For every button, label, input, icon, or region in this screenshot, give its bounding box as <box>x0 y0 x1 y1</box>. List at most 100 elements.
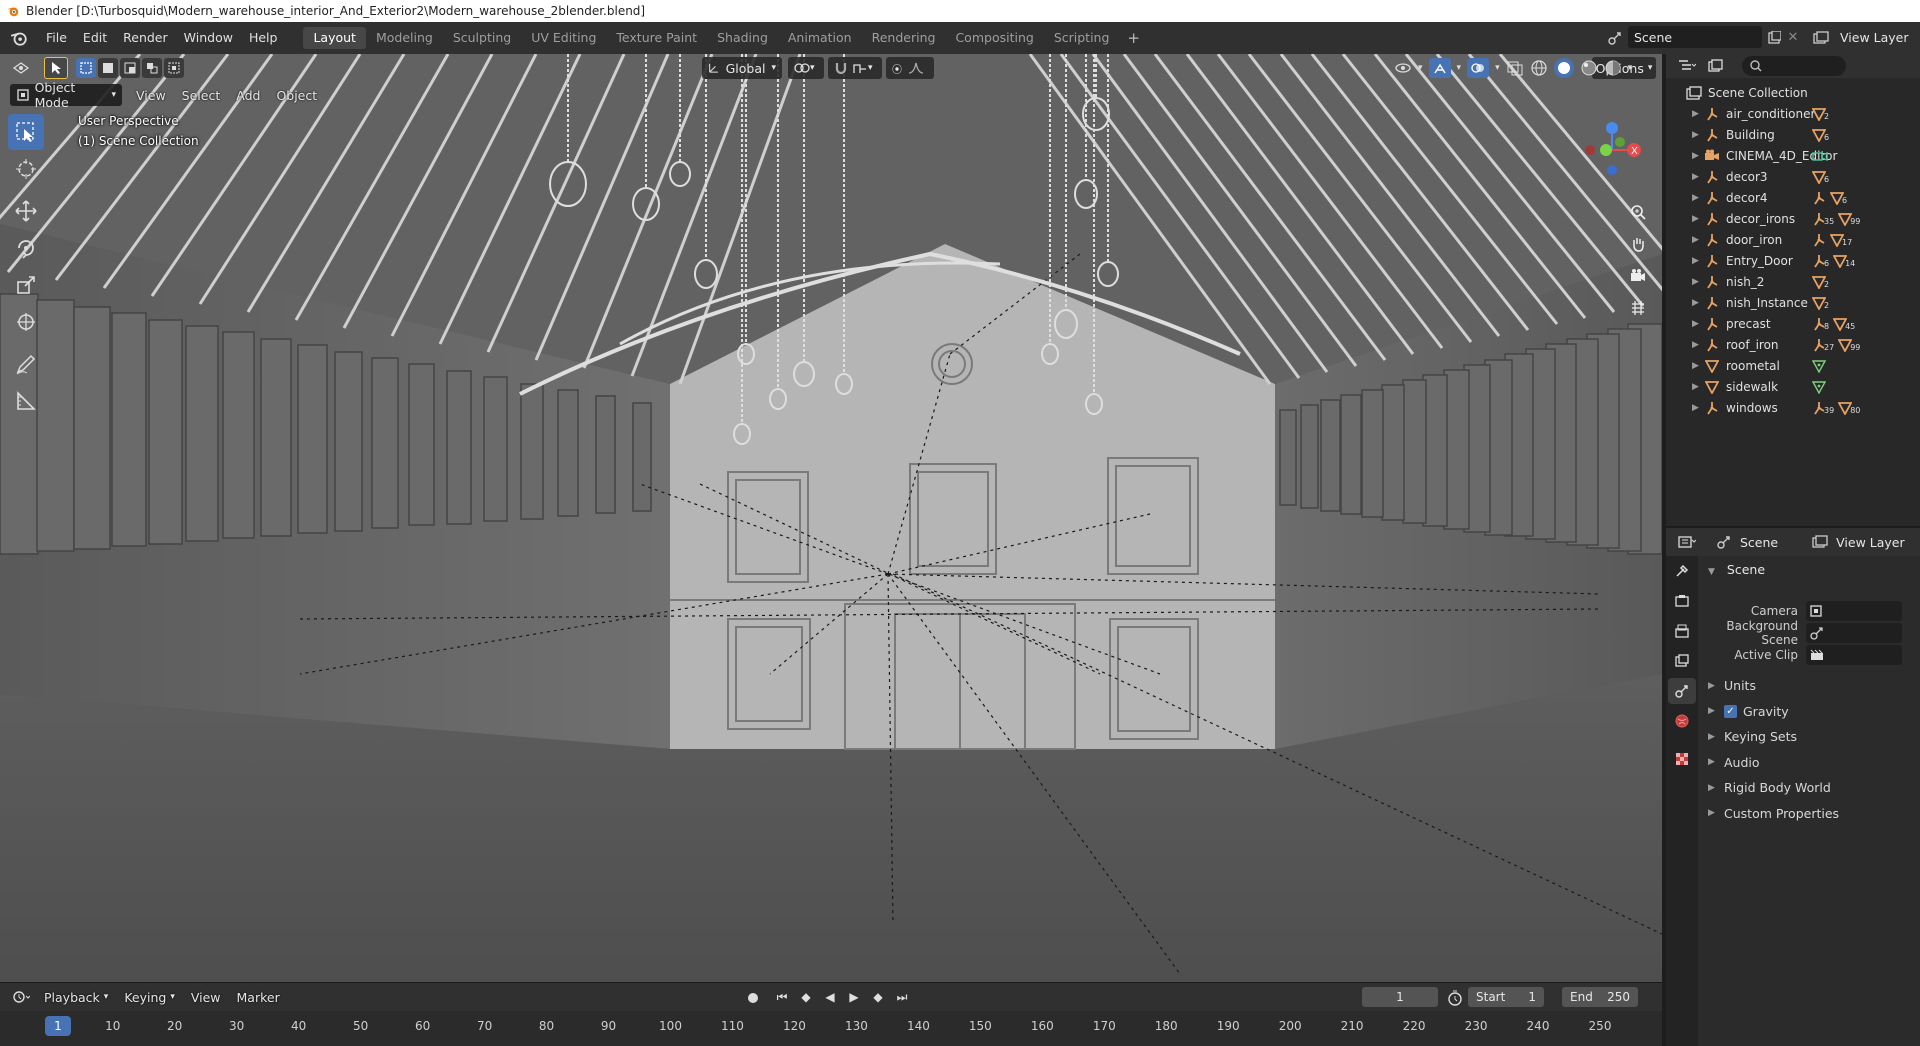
gizmo-neg-z-axis[interactable] <box>1607 165 1617 175</box>
camera-field[interactable] <box>1806 601 1902 621</box>
tab-modeling[interactable]: Modeling <box>366 27 443 49</box>
zoom-icon[interactable] <box>1624 198 1652 226</box>
current-frame-field[interactable]: 1 <box>1362 987 1438 1007</box>
mesh-children-icon[interactable]: 6 <box>1812 128 1829 142</box>
units-panel-header[interactable]: ▶ Units <box>1708 678 1756 693</box>
chevron-down-icon[interactable]: ▾ <box>1628 63 1633 73</box>
pivot-point-dropdown[interactable]: ▾ <box>788 57 824 79</box>
empty-children-icon[interactable] <box>1812 191 1826 205</box>
prev-keyframe-icon[interactable]: ◆ <box>796 987 816 1007</box>
outliner-item-roof-iron[interactable]: ▶ roof_iron 27 99 <box>1666 334 1920 355</box>
scene-panel-header[interactable]: ▼ Scene <box>1708 562 1765 577</box>
tab-texture-paint[interactable]: Texture Paint <box>606 27 707 49</box>
empty-children-icon[interactable] <box>1812 233 1826 247</box>
display-mode-icon[interactable] <box>1702 56 1732 76</box>
scene-name-field[interactable]: Scene <box>1628 26 1762 48</box>
world-tab-icon[interactable] <box>1668 708 1696 734</box>
scene-collection-row[interactable]: Scene Collection <box>1666 82 1920 103</box>
rotate-tool-icon[interactable] <box>8 230 44 266</box>
menu-file[interactable]: File <box>38 27 75 49</box>
jump-start-icon[interactable]: ⏮ <box>772 987 792 1007</box>
background-scene-field[interactable] <box>1806 623 1902 643</box>
tab-uv-editing[interactable]: UV Editing <box>521 27 606 49</box>
wireframe-shading-icon[interactable] <box>1530 59 1548 77</box>
expand-arrow-icon[interactable]: ▶ <box>1692 214 1704 224</box>
timeline-menu-view[interactable]: View <box>183 990 229 1005</box>
mesh-children-icon[interactable]: 17 <box>1830 233 1852 247</box>
play-icon[interactable]: ▶ <box>844 987 864 1007</box>
jump-end-icon[interactable]: ⏭ <box>892 987 912 1007</box>
view-layer-icon[interactable] <box>1810 28 1832 48</box>
chevron-down-icon[interactable]: ▾ <box>1418 63 1423 73</box>
viewport-menu-object[interactable]: Object <box>268 88 325 103</box>
mesh-children-icon[interactable]: 2 <box>1812 275 1829 289</box>
empty-children-icon[interactable]: 35 <box>1812 212 1834 226</box>
menu-edit[interactable]: Edit <box>75 27 115 49</box>
tab-rendering[interactable]: Rendering <box>862 27 946 49</box>
select-box-extend-icon[interactable] <box>98 58 118 78</box>
add-workspace-button[interactable]: + <box>1119 27 1148 49</box>
object-mode-dropdown[interactable]: Object Mode ▾ <box>10 80 122 110</box>
expand-arrow-icon[interactable]: ▶ <box>1692 193 1704 203</box>
timeline-menu-marker[interactable]: Marker <box>229 990 288 1005</box>
expand-arrow-icon[interactable]: ▶ <box>1692 109 1704 119</box>
active-clip-field[interactable] <box>1806 645 1902 665</box>
outliner-item-sidewalk[interactable]: ▶ sidewalk <box>1666 376 1920 397</box>
expand-arrow-icon[interactable]: ▶ <box>1692 172 1704 182</box>
view-layer-tab-icon[interactable] <box>1668 648 1696 674</box>
next-keyframe-icon[interactable]: ◆ <box>868 987 888 1007</box>
rendered-shading-icon[interactable] <box>1604 59 1622 77</box>
scene-tab-icon[interactable] <box>1668 678 1696 704</box>
gizmo-neg-x-axis[interactable] <box>1585 145 1595 155</box>
expand-arrow-icon[interactable]: ▶ <box>1692 277 1704 287</box>
navigation-gizmo[interactable]: X <box>1576 110 1648 182</box>
tab-scripting[interactable]: Scripting <box>1044 27 1120 49</box>
viewport-menu-view[interactable]: View <box>128 88 174 103</box>
annotate-tool-icon[interactable] <box>8 346 44 382</box>
outliner-item-decor-irons[interactable]: ▶ decor_irons 35 99 <box>1666 208 1920 229</box>
solid-shading-icon[interactable] <box>1553 58 1574 78</box>
outliner-item-windows[interactable]: ▶ windows 39 80 <box>1666 397 1920 418</box>
outliner-item-decor3[interactable]: ▶ decor3 6 <box>1666 166 1920 187</box>
move-tool-icon[interactable] <box>8 193 44 229</box>
mesh-children-icon[interactable]: 6 <box>1812 170 1829 184</box>
select-tool-icon[interactable] <box>44 57 68 79</box>
camera-view-icon[interactable] <box>1624 262 1652 290</box>
outliner-search-input[interactable] <box>1742 56 1846 76</box>
outliner-item-door-iron[interactable]: ▶ door_iron 17 <box>1666 229 1920 250</box>
chevron-down-icon[interactable]: ▾ <box>1495 63 1500 73</box>
view-layer-field[interactable]: View Layer <box>1834 26 1920 48</box>
preview-range-icon[interactable] <box>1446 989 1464 1007</box>
empty-children-icon[interactable]: 8 <box>1812 317 1829 331</box>
gravity-panel-header[interactable]: ▶ ✓ Gravity <box>1708 704 1789 719</box>
texture-tab-icon[interactable] <box>1668 746 1696 772</box>
properties-editor-type-icon[interactable] <box>1672 532 1702 552</box>
tab-animation[interactable]: Animation <box>778 27 862 49</box>
output-tab-icon[interactable] <box>1668 618 1696 644</box>
gizmo-y-axis[interactable] <box>1600 144 1612 156</box>
xray-toggle-icon[interactable] <box>1506 60 1524 76</box>
record-icon[interactable] <box>744 989 762 1007</box>
viewport-menu-select[interactable]: Select <box>174 88 229 103</box>
expand-arrow-icon[interactable]: ▶ <box>1692 235 1704 245</box>
select-box-intersect-icon[interactable] <box>164 58 184 78</box>
select-box-subtract-icon[interactable] <box>120 58 140 78</box>
outliner-item-air-conditioner[interactable]: ▶ air_conditioner 2 <box>1666 103 1920 124</box>
visibility-icon[interactable] <box>1394 60 1412 76</box>
menu-window[interactable]: Window <box>176 27 241 49</box>
viewport-menu-add[interactable]: Add <box>228 88 268 103</box>
tool-tab-icon[interactable] <box>1668 558 1696 584</box>
expand-arrow-icon[interactable]: ▶ <box>1692 319 1704 329</box>
mesh-children-icon[interactable]: 14 <box>1833 254 1855 268</box>
select-box-tool-icon[interactable] <box>8 114 44 150</box>
rigid-body-world-panel-header[interactable]: ▶ Rigid Body World <box>1708 780 1831 795</box>
mesh-children-icon[interactable]: 2 <box>1812 107 1829 121</box>
gizmo-z-axis[interactable] <box>1606 122 1618 134</box>
custom-properties-panel-header[interactable]: ▶ Custom Properties <box>1708 806 1839 821</box>
gizmo-toggle-icon[interactable] <box>1428 58 1451 78</box>
outliner-item-precast[interactable]: ▶ precast 8 45 <box>1666 313 1920 334</box>
overlays-toggle-icon[interactable] <box>1467 58 1490 78</box>
expand-arrow-icon[interactable]: ▶ <box>1692 130 1704 140</box>
measure-tool-icon[interactable] <box>8 383 44 419</box>
timeline-menu-keying[interactable]: Keying ▾ <box>116 990 183 1005</box>
